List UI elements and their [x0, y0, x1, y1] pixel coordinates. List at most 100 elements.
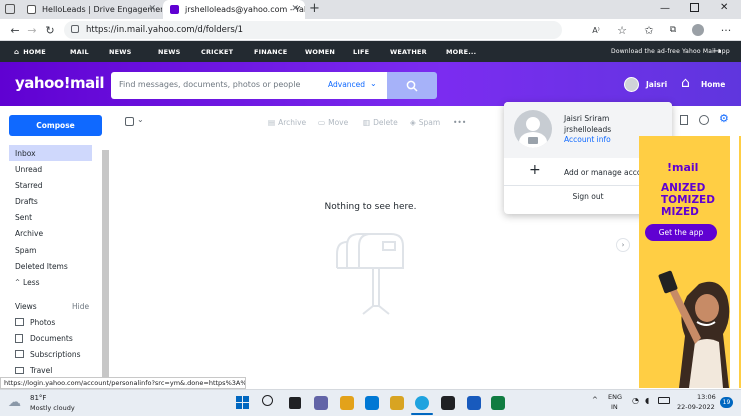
word-icon[interactable] [467, 396, 481, 410]
less-toggle[interactable]: ^ Less [15, 275, 40, 289]
archive-label: Archive [278, 118, 307, 127]
select-all-checkbox[interactable] [125, 117, 134, 126]
favorite-star-icon[interactable]: ☆ [614, 22, 630, 38]
view-travel[interactable]: Travel [15, 363, 52, 377]
outlook-icon[interactable] [365, 396, 379, 410]
ad-panel[interactable]: !mail ANIZED TOMIZED MIZED Get the app [639, 136, 741, 388]
teams-chat-icon[interactable] [314, 396, 328, 410]
more-actions-button[interactable]: ••• [453, 118, 466, 127]
advanced-search-button[interactable]: Advanced [328, 80, 365, 89]
tray-chevron-up-icon[interactable]: ^ [592, 396, 598, 404]
user-avatar[interactable] [624, 77, 639, 92]
page-scrollbar[interactable] [730, 136, 739, 388]
archive-button[interactable]: ▤ Archive [268, 118, 306, 127]
sidebar-scrollbar[interactable] [102, 150, 109, 388]
chevron-down-icon[interactable]: ⌄ [370, 79, 377, 88]
account-info-link[interactable]: Account info [564, 135, 611, 144]
notification-badge[interactable]: 19 [720, 397, 733, 408]
search-box[interactable]: Find messages, documents, photos or peop… [111, 72, 387, 99]
search-button[interactable] [387, 72, 437, 99]
nav-women[interactable]: WOMEN [305, 41, 335, 62]
language-bottom[interactable]: IN [611, 403, 618, 411]
layout-icon[interactable] [680, 115, 688, 125]
battery-icon[interactable] [658, 397, 670, 404]
close-window-icon[interactable]: ✕ [720, 2, 728, 13]
language-top[interactable]: ENG [608, 393, 622, 401]
view-photos[interactable]: Photos [15, 315, 55, 329]
home-icon[interactable]: ⌂ [681, 75, 690, 91]
terminal-icon[interactable] [441, 396, 455, 410]
arrow-right-icon[interactable]: → [713, 41, 722, 62]
folder-inbox[interactable]: Inbox [15, 146, 36, 160]
spam-button[interactable]: ◈ Spam [410, 118, 440, 127]
new-tab-button[interactable]: + [309, 1, 320, 16]
get-the-app-button[interactable]: Get the app [645, 224, 717, 241]
view-documents[interactable]: Documents [15, 331, 73, 345]
folder-spam[interactable]: Spam [15, 243, 36, 257]
search-input[interactable]: Find messages, documents, photos or peop… [119, 80, 300, 89]
close-tab-icon[interactable]: ✕ [291, 4, 299, 14]
archive-icon: ▤ [268, 118, 276, 127]
nav-mail[interactable]: MAIL [70, 41, 89, 62]
nav-news[interactable]: NEWS [109, 41, 132, 62]
yahoo-mail-logo[interactable]: yahoo!mail [15, 74, 105, 92]
account-full-name: Jaisri Sriram [564, 114, 610, 123]
nav-news-label[interactable]: NEWS [158, 41, 181, 62]
back-arrow-icon[interactable]: ← [7, 22, 23, 38]
weather-desc[interactable]: Mostly cloudy [30, 404, 75, 412]
status-bar-url: https://login.yahoo.com/account/personal… [0, 377, 246, 389]
folder-icon[interactable] [390, 396, 404, 410]
move-button[interactable]: ▭ Move [318, 118, 348, 127]
close-tab-icon[interactable]: ✕ [148, 4, 156, 14]
search-icon [406, 80, 418, 92]
select-chevron-down-icon[interactable]: ⌄ [137, 115, 144, 124]
browser-tab-yahoo-mail[interactable]: jrshelloleads@yahoo.com - Yaho ✕ [163, 0, 305, 19]
windows-start-icon[interactable] [236, 396, 250, 410]
nav-cricket[interactable]: CRICKET [201, 41, 233, 62]
tab-actions-icon[interactable] [5, 4, 15, 14]
hide-views-button[interactable]: Hide [72, 299, 89, 313]
clock-time[interactable]: 13:06 [697, 393, 716, 401]
user-name-label[interactable]: Jaisri [646, 80, 667, 89]
clock-date[interactable]: 22-09-2022 [677, 403, 715, 411]
nav-more[interactable]: MORE... [446, 41, 476, 62]
nav-life[interactable]: LIFE [353, 41, 369, 62]
folder-unread[interactable]: Unread [15, 162, 42, 176]
refresh-icon[interactable]: ↻ [42, 22, 58, 38]
folder-archive[interactable]: Archive [15, 226, 43, 240]
delete-button[interactable]: ▥ Delete [363, 118, 398, 127]
minimize-icon[interactable]: — [660, 3, 670, 14]
wifi-icon[interactable]: ◔ [632, 396, 639, 405]
tab-title: HelloLeads | Drive Engagement [42, 5, 162, 14]
read-aloud-icon[interactable]: A⁾ [588, 22, 604, 38]
excel-icon[interactable] [491, 396, 505, 410]
compose-button[interactable]: Compose [9, 115, 102, 136]
nav-home[interactable]: ⌂ HOME [14, 41, 46, 62]
volume-icon[interactable]: ◖ [645, 396, 649, 405]
folder-deleted-items[interactable]: Deleted Items [15, 259, 68, 273]
collections-icon[interactable]: ⧉ [665, 22, 681, 38]
folder-sent[interactable]: Sent [15, 210, 32, 224]
taskbar-search-icon[interactable] [262, 395, 273, 406]
task-view-icon[interactable] [289, 397, 301, 409]
browser-tab-helloleads[interactable]: HelloLeads | Drive Engagement ✕ [20, 0, 162, 19]
help-icon[interactable] [699, 115, 709, 125]
maximize-icon[interactable] [690, 3, 699, 12]
forward-arrow-icon[interactable]: → [24, 22, 40, 38]
address-bar[interactable]: https://in.mail.yahoo.com/d/folders/1 [64, 21, 562, 39]
nav-weather[interactable]: WEATHER [390, 41, 427, 62]
home-link[interactable]: Home [701, 80, 725, 89]
profile-avatar-icon[interactable] [692, 24, 704, 36]
expand-ad-chevron-icon[interactable]: › [616, 238, 630, 252]
settings-gear-icon[interactable]: ⚙ [719, 112, 729, 125]
favorites-icon[interactable]: ✩ [641, 22, 657, 38]
file-explorer-icon[interactable] [340, 396, 354, 410]
account-avatar[interactable] [514, 110, 552, 148]
view-subscriptions[interactable]: Subscriptions [15, 347, 81, 361]
folder-drafts[interactable]: Drafts [15, 194, 38, 208]
folder-starred[interactable]: Starred [15, 178, 43, 192]
edge-browser-icon[interactable] [415, 396, 429, 410]
nav-finance[interactable]: FINANCE [254, 41, 287, 62]
browser-menu-icon[interactable]: ··· [718, 22, 734, 38]
weather-temp[interactable]: 81°F [30, 394, 46, 402]
